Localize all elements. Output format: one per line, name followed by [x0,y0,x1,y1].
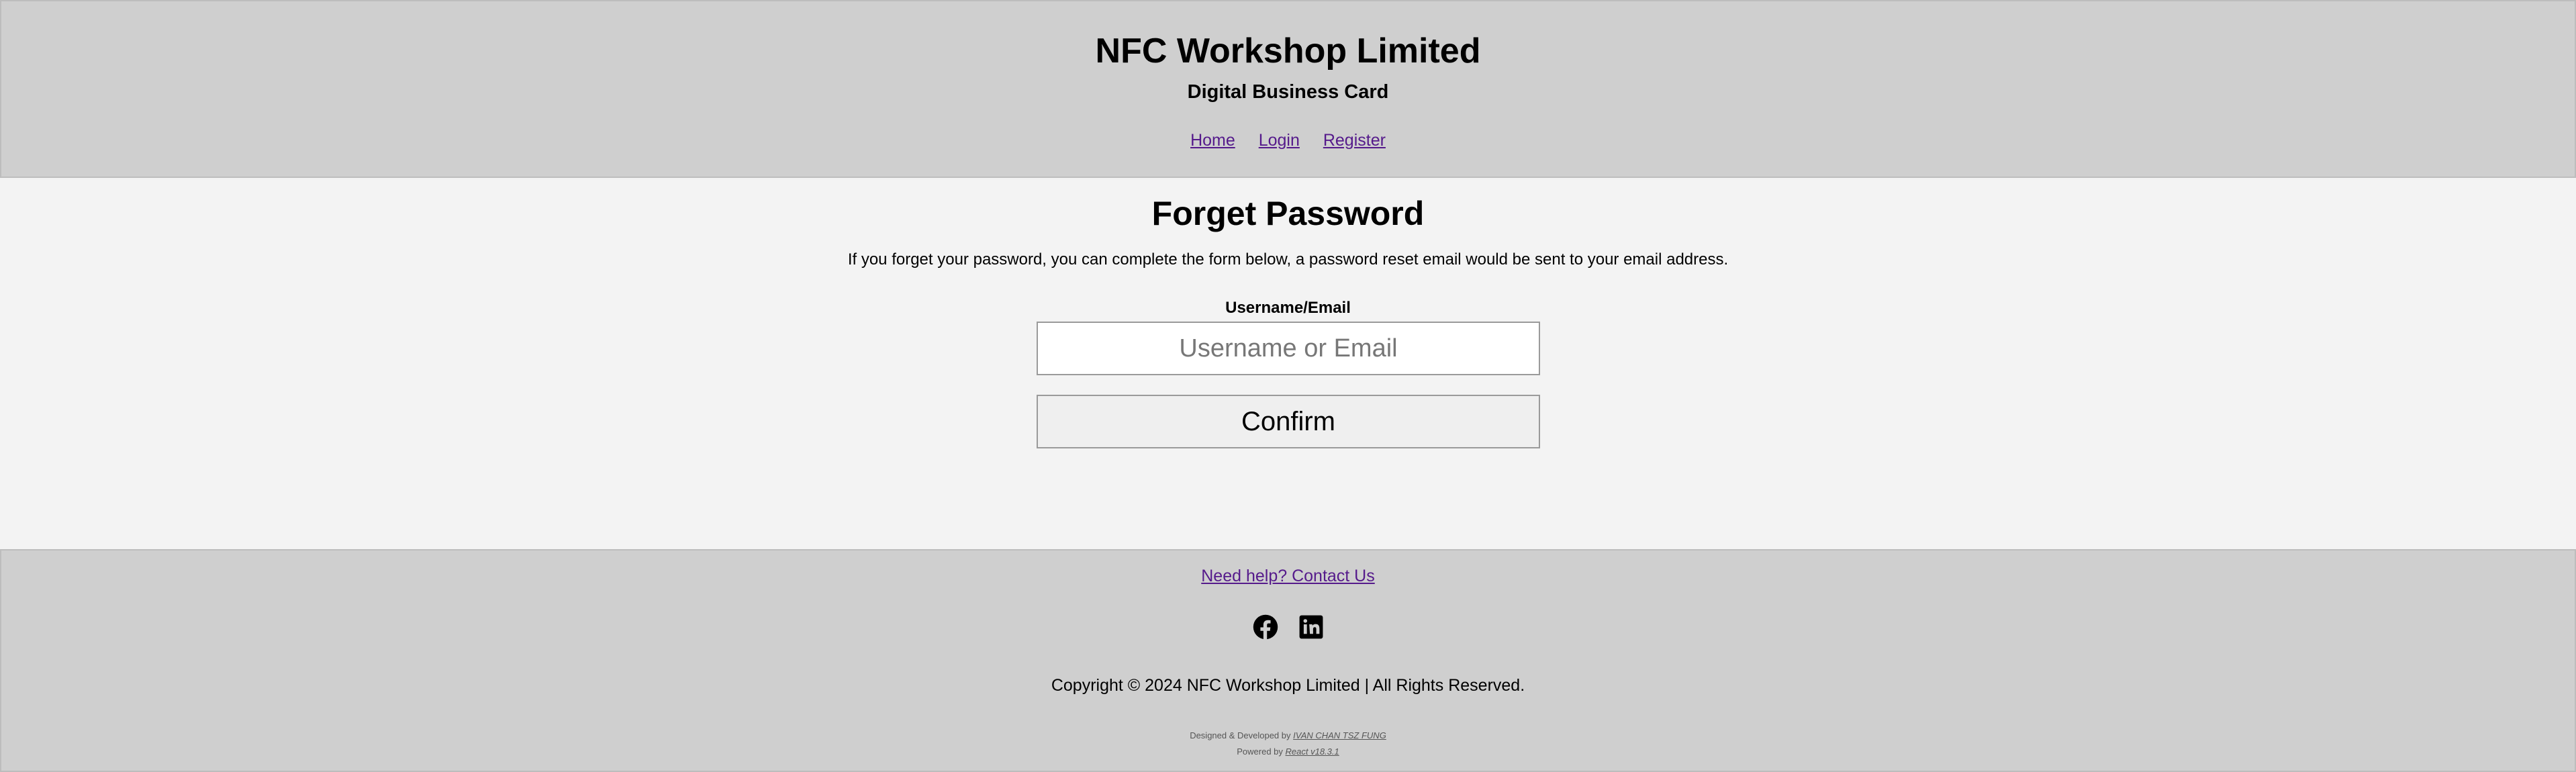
site-footer: Need help? Contact Us Copyright © 2024 N… [0,549,2576,772]
designed-by-line: Designed & Developed by IVAN CHAN TSZ FU… [1,728,2575,744]
linkedin-icon[interactable] [1298,614,1324,640]
social-links [1,614,2575,641]
copyright-text: Copyright © 2024 NFC Workshop Limited | … [1051,676,1525,695]
powered-by-line: Powered by React v18.3.1 [1,744,2575,760]
page-description: If you forget your password, you can com… [847,250,1729,269]
powered-by-label: Powered by [1237,746,1286,757]
site-title: NFC Workshop Limited [1095,32,1481,70]
site-header: NFC Workshop Limited Digital Business Ca… [0,0,2576,178]
react-version-link[interactable]: React v18.3.1 [1286,746,1339,757]
nav-register-link[interactable]: Register [1323,131,1386,150]
nav-home-link[interactable]: Home [1190,131,1235,150]
username-email-label: Username/Email [1225,299,1351,317]
nav-login-link[interactable]: Login [1259,131,1300,150]
facebook-icon[interactable] [1253,614,1278,640]
contact-us-link[interactable]: Need help? Contact Us [1201,567,1374,585]
site-subtitle: Digital Business Card [1187,81,1389,103]
main-content: Forget Password If you forget your passw… [0,178,2576,549]
page-title: Forget Password [1151,195,1425,232]
username-email-input[interactable] [1037,322,1540,375]
confirm-button[interactable]: Confirm [1037,395,1540,448]
credits: Designed & Developed by IVAN CHAN TSZ FU… [1,728,2575,760]
main-nav: Home Login Register [1,130,2575,151]
designed-by-label: Designed & Developed by [1190,730,1294,740]
designer-link[interactable]: IVAN CHAN TSZ FUNG [1293,730,1386,740]
